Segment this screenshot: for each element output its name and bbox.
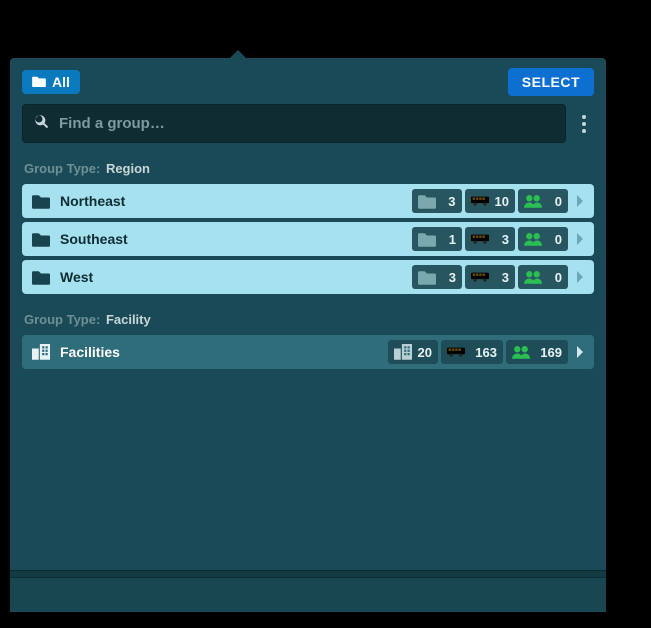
section-label-prefix: Group Type: [24,312,100,327]
section-rows: Northeast 3 10 0 Southeast 1 3 0 West 3 3 0 [10,184,606,294]
folder-icon [32,74,46,90]
bus-icon [471,270,489,284]
bus-icon [471,194,489,208]
count-badge-bus: 163 [441,340,503,364]
group-name: Northeast [60,193,412,209]
select-button[interactable]: SELECT [508,68,594,96]
count-value: 3 [442,194,456,209]
bus-icon [471,232,489,246]
group-selector-panel: All SELECT Group Type: RegionNortheast31… [10,58,606,612]
badge-group: 20 163 169 [388,340,568,364]
section-label: Group Type: Facility [10,304,606,335]
folder-icon [32,231,50,247]
count-badge-bus: 10 [465,189,515,213]
chevron-right-icon[interactable] [570,346,590,358]
building-icon [394,345,412,359]
count-value: 169 [536,345,562,360]
group-name: Facilities [60,344,388,360]
badge-group: 3 10 0 [412,189,568,213]
building-icon [32,344,50,360]
count-badge-folder: 3 [412,265,462,289]
chevron-right-icon[interactable] [570,271,590,283]
chevron-right-icon[interactable] [570,233,590,245]
footer-bar [10,578,606,612]
count-value: 1 [442,232,456,247]
group-row[interactable]: Facilities 20 163 169 [22,335,594,369]
count-badge-folder: 3 [412,189,462,213]
count-badge-bus: 3 [465,227,515,251]
count-value: 163 [471,345,497,360]
search-box[interactable] [22,104,566,143]
count-value: 0 [548,232,562,247]
count-value: 3 [442,270,456,285]
section-label-value: Facility [106,312,151,327]
search-row [10,104,606,153]
badge-group: 3 3 0 [412,265,568,289]
count-value: 3 [495,270,509,285]
group-row[interactable]: Northeast 3 10 0 [22,184,594,218]
panel-header: All SELECT [10,58,606,104]
folder-icon [418,232,436,246]
folder-icon [418,270,436,284]
count-value: 0 [548,270,562,285]
count-badge-people: 169 [506,340,568,364]
footer-divider [10,570,606,578]
badge-group: 1 3 0 [412,227,568,251]
group-list: Group Type: RegionNortheast3100Southeast… [10,153,606,570]
section-rows: Facilities 20 163 169 [10,335,606,369]
count-badge-people: 0 [518,265,568,289]
count-badge-building: 20 [388,340,438,364]
group-row[interactable]: West 3 3 0 [22,260,594,294]
section-label-value: Region [106,161,150,176]
more-options-button[interactable] [574,109,594,139]
section-label: Group Type: Region [10,153,606,184]
people-icon [524,270,542,284]
search-icon [33,113,59,134]
group-row[interactable]: Southeast 1 3 0 [22,222,594,256]
folder-icon [32,269,50,285]
count-value: 3 [495,232,509,247]
count-value: 10 [495,194,509,209]
folder-icon [418,194,436,208]
chevron-right-icon[interactable] [570,195,590,207]
all-chip-label: All [52,74,70,90]
group-name: Southeast [60,231,412,247]
people-icon [524,232,542,246]
all-chip[interactable]: All [22,70,80,94]
section-label-prefix: Group Type: [24,161,100,176]
people-icon [512,345,530,359]
count-value: 0 [548,194,562,209]
count-badge-folder: 1 [412,227,462,251]
group-name: West [60,269,412,285]
folder-icon [32,193,50,209]
search-input[interactable] [59,115,555,132]
count-badge-bus: 3 [465,265,515,289]
count-value: 20 [418,345,432,360]
count-badge-people: 0 [518,227,568,251]
people-icon [524,194,542,208]
count-badge-people: 0 [518,189,568,213]
bus-icon [447,345,465,359]
